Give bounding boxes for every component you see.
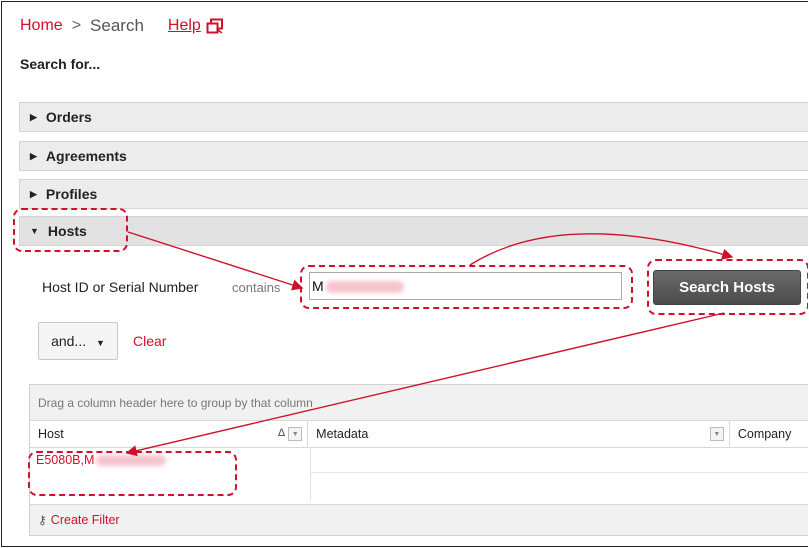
search-page: Home > Search Help Search for... ▶ Order… bbox=[1, 1, 808, 547]
table-row-empty bbox=[30, 473, 808, 501]
breadcrumb: Home > Search Help bbox=[20, 16, 224, 36]
breadcrumb-current: Search bbox=[90, 16, 144, 35]
filter-icon: ⚷ bbox=[38, 513, 47, 527]
column-company-label: Company bbox=[737, 427, 792, 441]
section-agreements[interactable]: ▶ Agreements bbox=[19, 141, 808, 171]
chevron-down-icon: ▼ bbox=[96, 338, 105, 348]
section-orders[interactable]: ▶ Orders bbox=[19, 102, 808, 132]
section-orders-label: Orders bbox=[45, 109, 92, 125]
results-grid: Drag a column header here to group by th… bbox=[29, 384, 808, 536]
search-hosts-button[interactable]: Search Hosts bbox=[653, 270, 801, 305]
breadcrumb-separator: > bbox=[71, 17, 82, 34]
caret-right-icon: ▶ bbox=[30, 188, 37, 199]
redacted-text bbox=[325, 281, 404, 294]
section-agreements-label: Agreements bbox=[45, 148, 127, 164]
section-hosts[interactable]: ▼ Hosts bbox=[19, 216, 808, 246]
external-window-icon[interactable] bbox=[206, 18, 224, 34]
column-filter-icon[interactable]: ▼ bbox=[288, 427, 303, 441]
column-host-label: Host bbox=[38, 427, 64, 441]
column-metadata-label: Metadata bbox=[316, 427, 369, 441]
breadcrumb-home-link[interactable]: Home bbox=[20, 17, 63, 35]
column-header-host[interactable]: Host Δ ▼ bbox=[30, 421, 309, 447]
add-condition-label: and... bbox=[51, 333, 87, 349]
column-filter-icon[interactable]: ▼ bbox=[709, 427, 724, 441]
section-hosts-label: Hosts bbox=[47, 223, 87, 239]
metadata-cell bbox=[311, 448, 808, 473]
caret-right-icon: ▶ bbox=[30, 150, 37, 161]
host-cell-value: E5080B,M bbox=[36, 453, 95, 467]
create-filter-link[interactable]: Create Filter bbox=[51, 513, 120, 527]
host-id-input[interactable]: M bbox=[309, 272, 622, 300]
page-title: Search for... bbox=[20, 56, 101, 72]
help-link[interactable]: Help bbox=[168, 17, 201, 35]
grid-header: Host Δ ▼ Metadata ▼ Company bbox=[30, 421, 808, 448]
sort-ascending-icon: Δ bbox=[277, 427, 286, 439]
operator-label: contains bbox=[232, 280, 281, 295]
add-condition-dropdown[interactable]: and... ▼ bbox=[38, 322, 118, 360]
grid-footer: ⚷ Create Filter bbox=[30, 504, 808, 535]
section-profiles[interactable]: ▶ Profiles bbox=[19, 179, 808, 209]
caret-right-icon: ▶ bbox=[30, 111, 37, 122]
section-profiles-label: Profiles bbox=[45, 186, 98, 202]
clear-link[interactable]: Clear bbox=[133, 333, 166, 349]
column-header-company[interactable]: Company bbox=[730, 421, 808, 447]
host-link[interactable]: E5080B,M bbox=[30, 448, 311, 473]
redacted-text bbox=[96, 455, 167, 467]
host-id-input-value: M bbox=[312, 278, 324, 294]
caret-down-icon: ▼ bbox=[30, 226, 39, 236]
table-row: E5080B,M bbox=[30, 448, 808, 473]
group-by-bar[interactable]: Drag a column header here to group by th… bbox=[30, 385, 808, 421]
host-id-label: Host ID or Serial Number bbox=[42, 279, 199, 295]
column-header-metadata[interactable]: Metadata ▼ bbox=[308, 421, 730, 447]
